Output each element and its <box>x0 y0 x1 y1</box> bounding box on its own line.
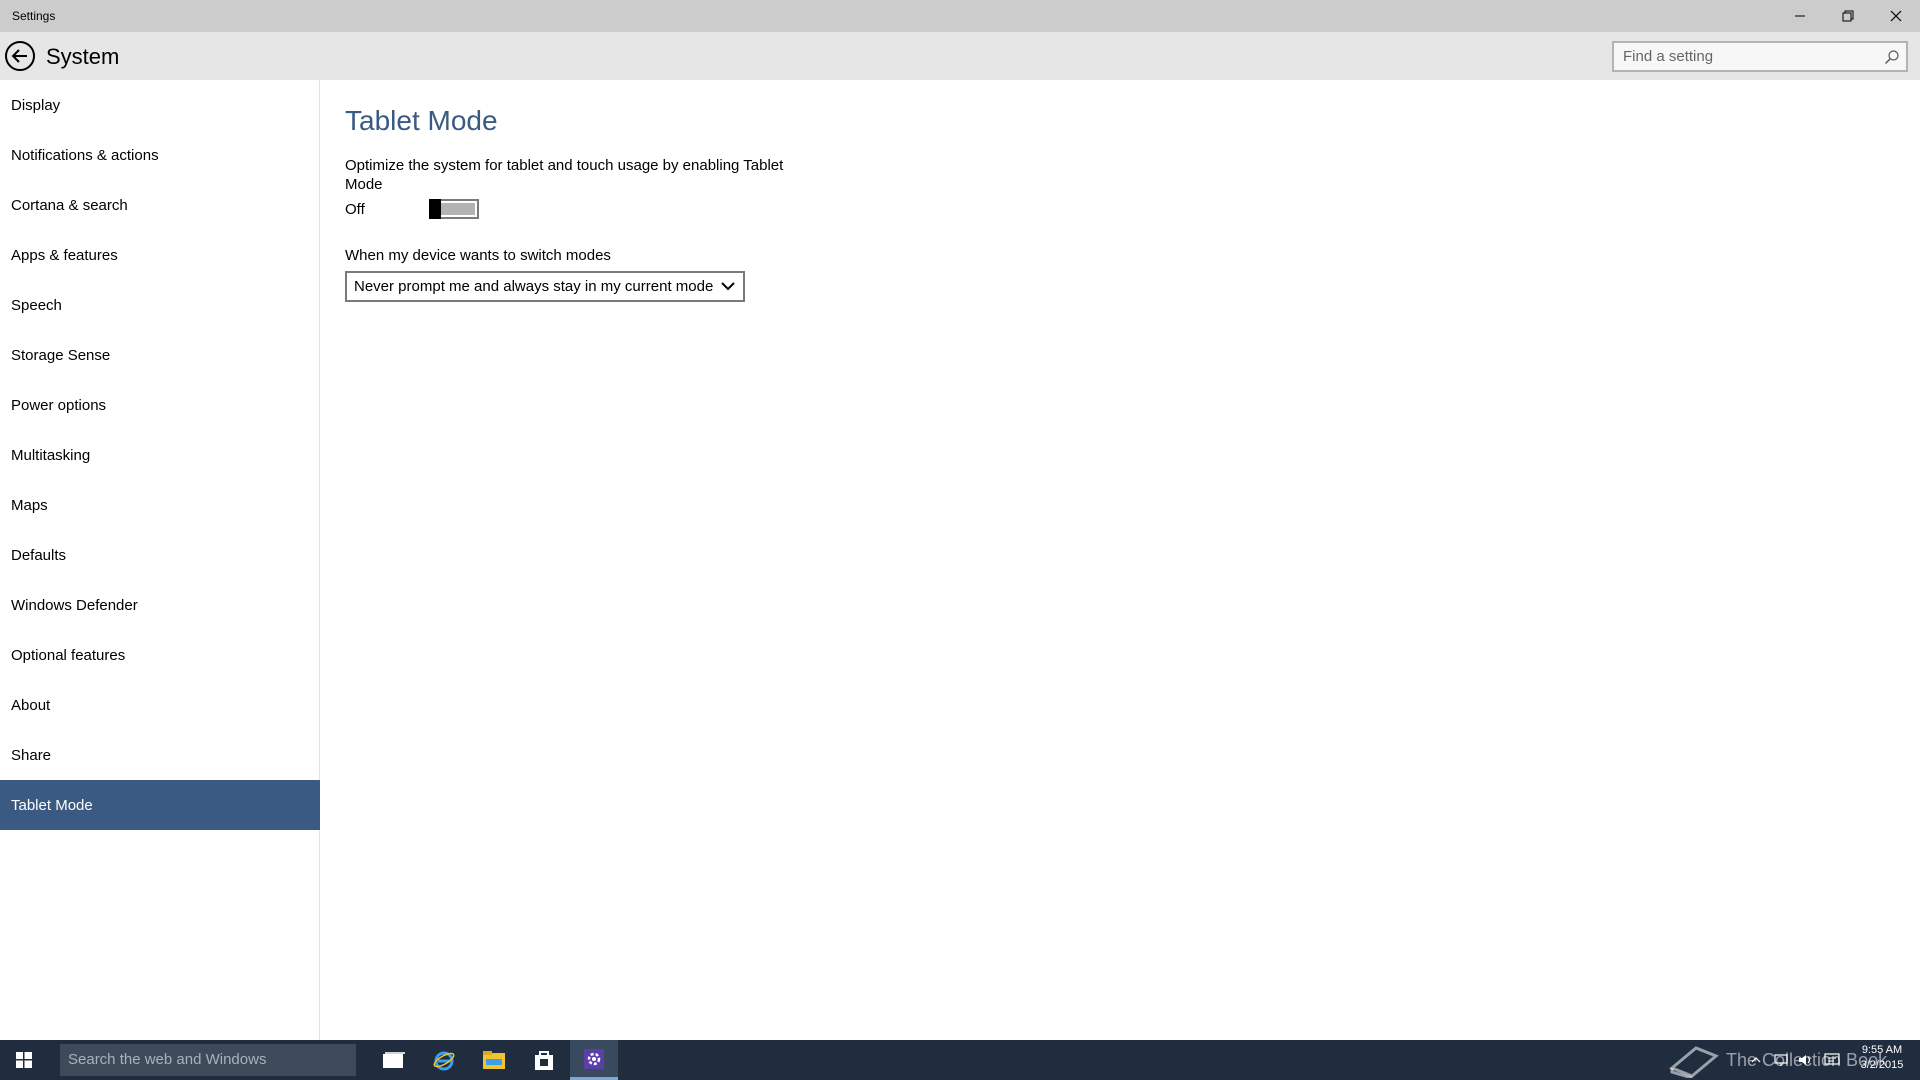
sidebar-item-label: Speech <box>11 296 62 314</box>
sidebar-item-label: Notifications & actions <box>11 146 159 164</box>
search-icon[interactable] <box>1884 49 1900 65</box>
clock-date: 3/2/2015 <box>1860 1059 1904 1071</box>
settings-header: System <box>0 32 1920 80</box>
start-button[interactable] <box>0 1040 48 1080</box>
sidebar-item-label: Optional features <box>11 646 126 664</box>
sidebar-item-power[interactable]: Power options <box>0 380 320 430</box>
sidebar-item-label: Cortana & search <box>11 196 128 214</box>
back-button[interactable] <box>4 40 36 72</box>
sidebar-item-share[interactable]: Share <box>0 730 320 780</box>
file-explorer-icon <box>483 1051 505 1069</box>
sidebar-item-defaults[interactable]: Defaults <box>0 530 320 580</box>
sidebar-item-about[interactable]: About <box>0 680 320 730</box>
close-icon <box>1890 10 1902 22</box>
windows-logo-icon <box>16 1052 32 1068</box>
store-icon <box>535 1051 553 1070</box>
sidebar-item-label: Power options <box>11 396 107 414</box>
page-category-title: System <box>46 44 120 69</box>
sidebar-item-label: About <box>11 696 51 714</box>
sidebar-item-display[interactable]: Display <box>0 80 320 130</box>
title-bar: Settings <box>0 0 1920 32</box>
window-title: Settings <box>12 9 56 23</box>
sidebar-item-notifications[interactable]: Notifications & actions <box>0 130 320 180</box>
sidebar-item-tablet-mode[interactable]: Tablet Mode <box>0 780 320 830</box>
sidebar-item-maps[interactable]: Maps <box>0 480 320 530</box>
tablet-mode-toggle[interactable] <box>429 199 479 219</box>
sidebar-item-speech[interactable]: Speech <box>0 280 320 330</box>
sidebar-item-label: Storage Sense <box>11 346 111 364</box>
settings-icon <box>584 1048 604 1069</box>
taskbar-search-box[interactable]: Search the web and Windows <box>60 1044 356 1076</box>
minimize-icon <box>1795 15 1805 17</box>
find-setting-search[interactable] <box>1612 41 1908 72</box>
switch-modes-label: When my device wants to switch modes <box>345 247 611 264</box>
sidebar-nav: Display Notifications & actions Cortana … <box>0 80 320 1040</box>
file-explorer-button[interactable] <box>470 1040 518 1080</box>
dropdown-selected-value: Never prompt me and always stay in my cu… <box>354 278 714 295</box>
sidebar-item-label: Share <box>11 746 52 764</box>
taskbar: Search the web and Windows <box>0 1040 1920 1080</box>
page-title: Tablet Mode <box>345 105 498 136</box>
minimize-button[interactable] <box>1776 0 1824 32</box>
task-view-icon <box>383 1052 405 1068</box>
sidebar-item-cortana[interactable]: Cortana & search <box>0 180 320 230</box>
task-view-button[interactable] <box>370 1040 418 1080</box>
sidebar-item-optional-features[interactable]: Optional features <box>0 630 320 680</box>
sidebar-item-storage[interactable]: Storage Sense <box>0 330 320 380</box>
toggle-state-label: Off <box>345 201 365 218</box>
sidebar-item-label: Maps <box>11 496 48 514</box>
book-logo-icon <box>1669 1046 1719 1078</box>
sidebar-item-label: Apps & features <box>11 246 118 264</box>
sidebar-item-label: Display <box>11 96 61 114</box>
switch-modes-dropdown[interactable]: Never prompt me and always stay in my cu… <box>345 271 745 302</box>
back-arrow-icon <box>5 41 35 71</box>
sidebar-item-apps[interactable]: Apps & features <box>0 230 320 280</box>
tablet-mode-description: Optimize the system for tablet and touch… <box>345 157 784 193</box>
chevron-down-icon <box>721 282 735 291</box>
taskbar-clock[interactable]: 9:55 AM 3/2/2015 <box>1854 1043 1910 1073</box>
internet-explorer-icon <box>433 1051 455 1071</box>
sidebar-item-label: Multitasking <box>11 446 91 464</box>
search-input[interactable] <box>1614 43 1874 70</box>
sidebar-item-label: Defaults <box>11 546 67 564</box>
sidebar-item-windows-defender[interactable]: Windows Defender <box>0 580 320 630</box>
restore-icon <box>1842 10 1854 22</box>
settings-taskbar-button[interactable] <box>570 1040 618 1080</box>
sidebar-item-label: Windows Defender <box>11 596 138 614</box>
internet-explorer-button[interactable] <box>420 1040 468 1080</box>
clock-time: 9:55 AM <box>1861 1044 1903 1056</box>
sidebar-item-multitasking[interactable]: Multitasking <box>0 430 320 480</box>
store-button[interactable] <box>520 1040 568 1080</box>
sidebar-item-label: Tablet Mode <box>11 796 93 814</box>
restore-button[interactable] <box>1824 0 1872 32</box>
close-button[interactable] <box>1872 0 1920 32</box>
toggle-thumb[interactable] <box>429 199 441 219</box>
